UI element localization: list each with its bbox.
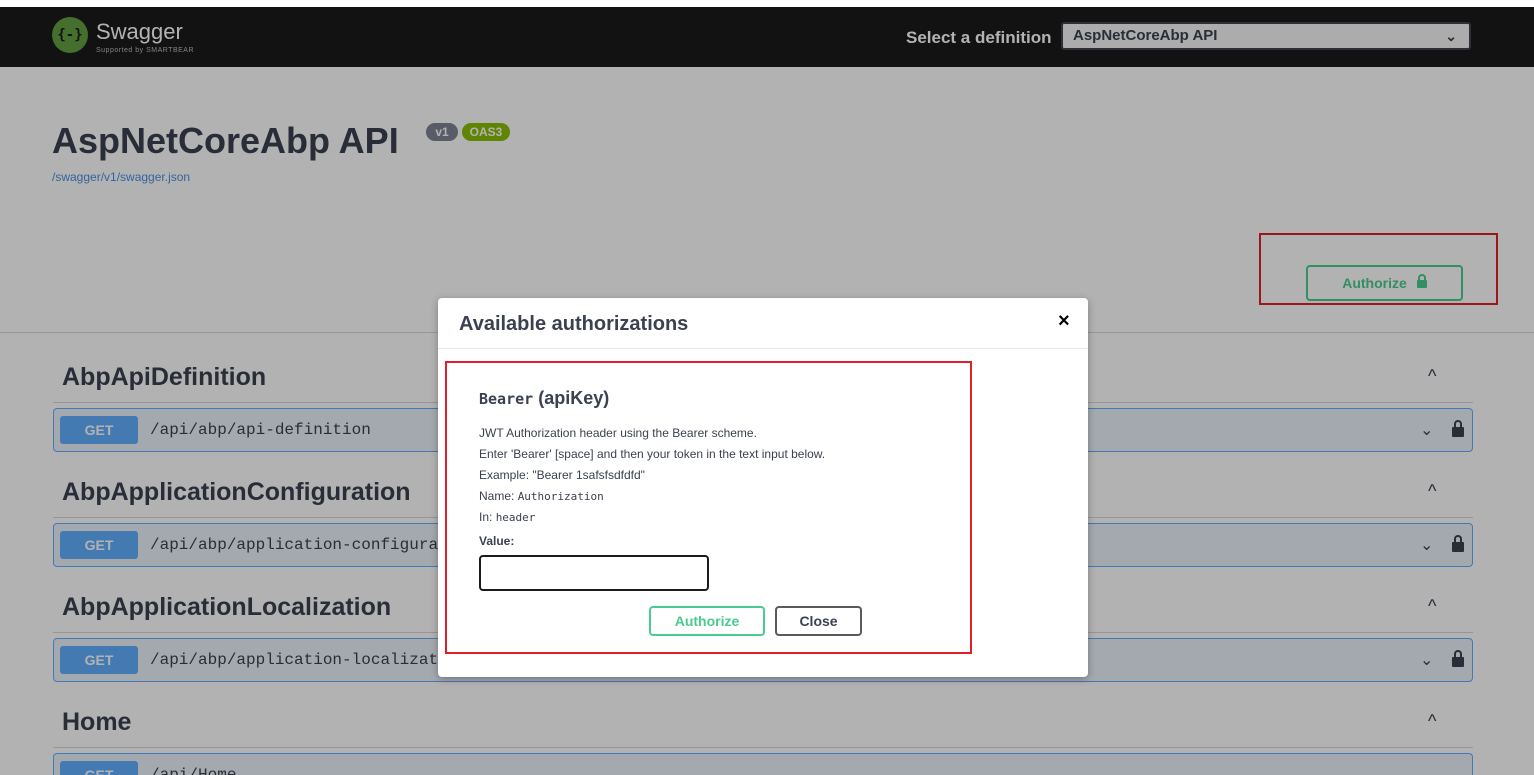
token-value-input[interactable] — [479, 555, 709, 591]
scheme-example: Example: "Bearer 1safsfsdfdfd" — [479, 468, 645, 482]
in-label: In: — [479, 510, 496, 524]
modal-title: Available authorizations — [459, 313, 689, 335]
scheme-description-line: Enter 'Bearer' [space] and then your tok… — [479, 447, 826, 461]
scheme-type: (apiKey) — [538, 388, 610, 408]
scheme-name-row: Name: Authorization — [479, 489, 604, 503]
scheme-description-line: JWT Authorization header using the Beare… — [479, 426, 757, 440]
authorization-modal: Available authorizations × Bearer (apiKe… — [438, 298, 1088, 677]
close-icon[interactable]: × — [1058, 310, 1070, 333]
in-value: header — [495, 511, 536, 524]
modal-authorize-button[interactable]: Authorize — [649, 606, 765, 636]
name-value: Authorization — [517, 490, 604, 503]
scheme-heading: Bearer (apiKey) — [479, 388, 609, 409]
value-label: Value: — [479, 534, 515, 548]
modal-close-button[interactable]: Close — [775, 606, 862, 636]
name-label: Name: — [479, 489, 518, 503]
scheme-in-row: In: header — [479, 510, 535, 524]
browser-strip — [0, 0, 1534, 7]
scheme-name: Bearer — [479, 390, 534, 408]
modal-divider — [438, 348, 1088, 349]
